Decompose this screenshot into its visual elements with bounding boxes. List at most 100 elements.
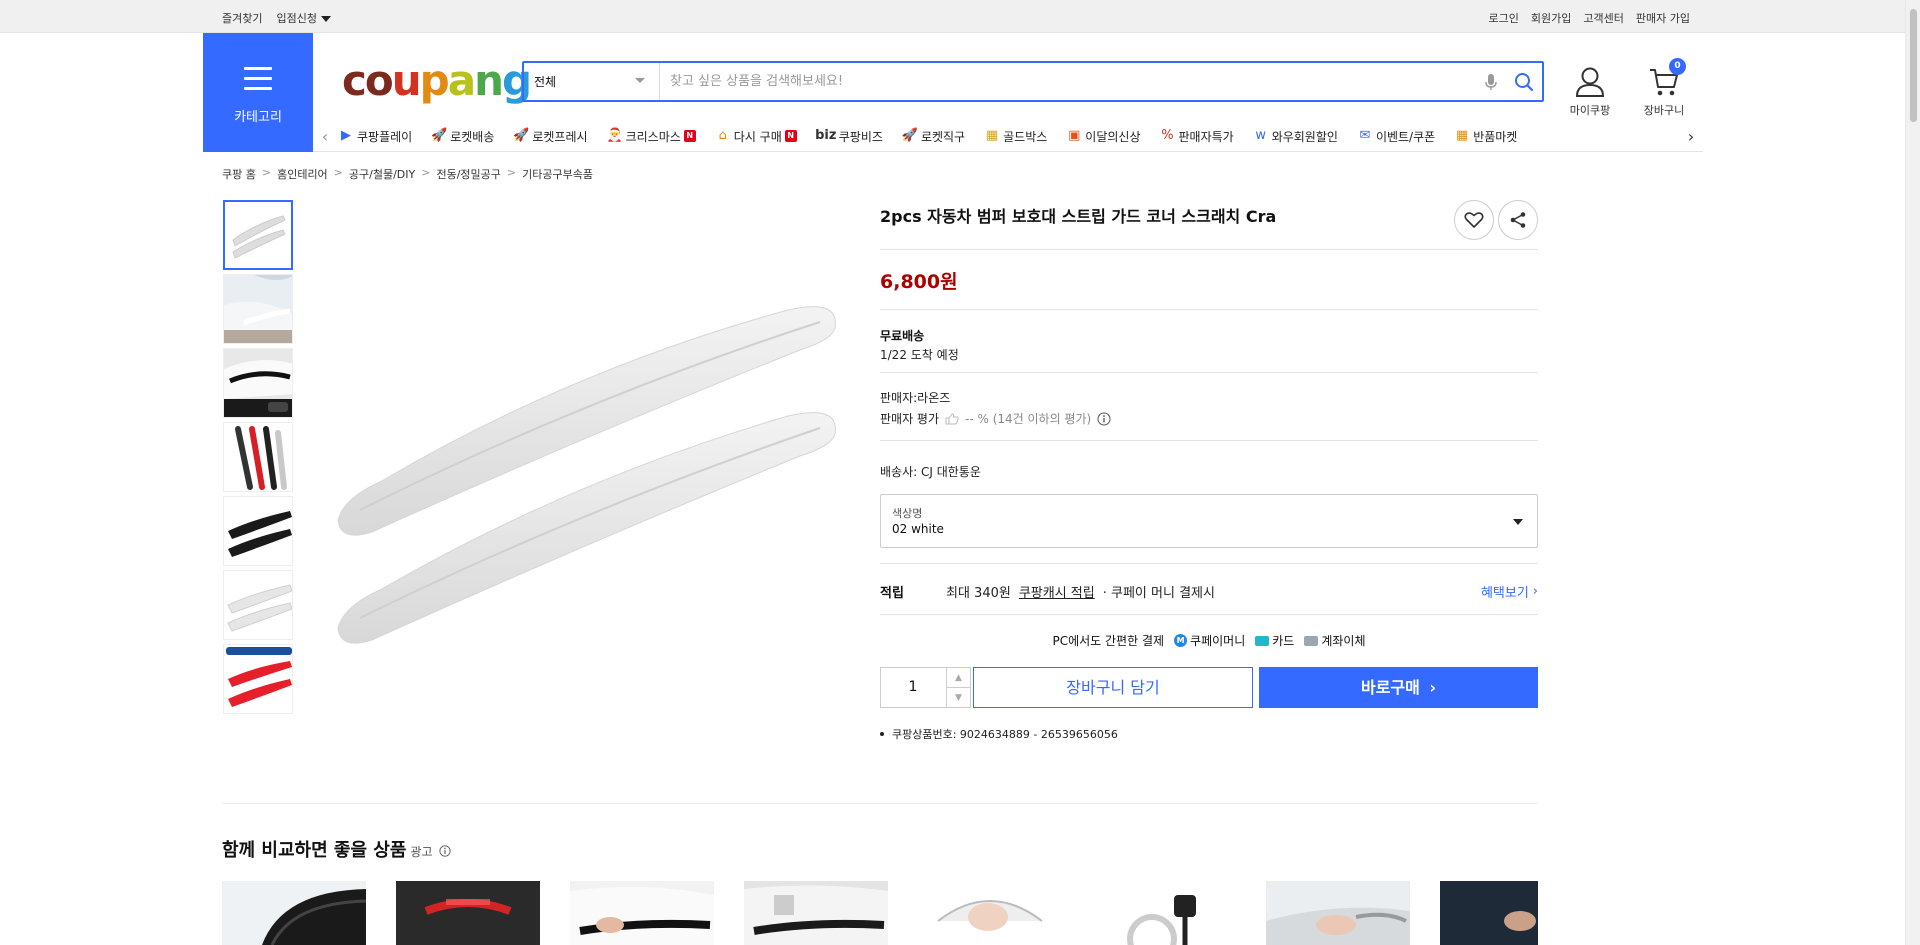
nav-item[interactable]: ▦ 골드박스 <box>983 127 1047 145</box>
scrollbar-thumb[interactable] <box>1909 8 1918 123</box>
nav-item-icon: ✉ <box>1359 128 1371 143</box>
recommend-item-3[interactable] <box>570 881 714 945</box>
divider <box>880 249 1538 250</box>
search-input[interactable] <box>660 63 1476 100</box>
color-option-select[interactable]: 색상명 02 white <box>880 494 1538 548</box>
benefit-link[interactable]: 혜택보기 › <box>1481 582 1538 601</box>
nav-next-arrow-icon[interactable]: › <box>1679 127 1703 146</box>
breadcrumb-link[interactable]: 공구/철물/DIY <box>349 166 415 182</box>
nav-item-icon: % <box>1161 128 1174 143</box>
option-label: 색상명 <box>892 507 923 520</box>
my-coupang-button[interactable]: 마이쿠팡 <box>1563 58 1617 118</box>
seller-rating: 판매자 평가 -- % (14건 이하의 평가) <box>880 410 1111 427</box>
breadcrumb-link[interactable]: 쿠팡 홈 <box>222 166 256 182</box>
thumbnail-3[interactable] <box>223 348 293 418</box>
wishlist-button[interactable] <box>1454 200 1494 240</box>
quantity-down-icon[interactable]: ▼ <box>946 688 970 708</box>
category-menu-button[interactable]: 카테고리 <box>203 33 313 152</box>
recommend-item-6[interactable] <box>1092 881 1236 945</box>
thumbnail-6[interactable] <box>223 570 293 640</box>
nav-item-label: 로켓배송 <box>450 129 495 144</box>
customer-center-link[interactable]: 고객센터 <box>1583 10 1623 26</box>
share-button[interactable] <box>1498 200 1538 240</box>
nav-item-label: 판매자특가 <box>1178 129 1234 144</box>
recommend-item-7[interactable] <box>1266 881 1410 945</box>
thumbnail-7[interactable] <box>223 644 293 714</box>
page-scrollbar[interactable] <box>1905 0 1920 945</box>
pay-method-card-label: 카드 <box>1272 634 1295 648</box>
nav-item-icon: ▦ <box>985 128 999 143</box>
seller-signup-link[interactable]: 판매자 가입 <box>1636 10 1690 26</box>
coupang-logo[interactable]: coupang <box>342 56 532 105</box>
login-link[interactable]: 로그인 <box>1489 10 1519 26</box>
info-icon[interactable] <box>439 845 451 857</box>
buy-now-button[interactable]: 바로구매 › <box>1259 667 1538 708</box>
nav-prev-arrow-icon[interactable]: ‹ <box>313 127 337 146</box>
search-button[interactable] <box>1506 63 1542 100</box>
nav-item[interactable]: ▶ 쿠팡플레이 <box>337 127 412 145</box>
seller-name[interactable]: 판매자:라온즈 <box>880 389 950 406</box>
add-to-cart-button[interactable]: 장바구니 담기 <box>973 667 1253 708</box>
nav-item-label: 이달의신상 <box>1085 129 1141 144</box>
arrival-date: 1/22 도착 예정 <box>880 348 959 362</box>
bullet-icon <box>880 732 884 736</box>
category-nav-strip: ‹ ▶ 쿠팡플레이 🚀 로켓배송 🚀 로켓프레시 🎅 크리스마스 N ⌂ 다시 구매 N biz 쿠팡비즈… <box>313 121 1703 152</box>
pc-pay-row: PC에서도 간편한 결제 M 쿠페이머니 카드 계좌이체 <box>880 632 1538 649</box>
nav-item-label: 로켓프레시 <box>532 129 588 144</box>
nav-item[interactable]: 🚀 로켓직구 <box>901 127 965 145</box>
nav-item[interactable]: w 와우회원할인 <box>1252 127 1338 145</box>
quantity-input[interactable]: 1 <box>881 668 945 707</box>
nav-item[interactable]: 🎅 크리스마스 N <box>606 127 696 145</box>
thumbnail-2[interactable] <box>223 274 293 344</box>
recommend-item-4[interactable] <box>744 881 888 945</box>
reward-condition: · 쿠페이 머니 결제시 <box>1102 586 1215 601</box>
new-badge-icon: N <box>784 130 797 142</box>
nav-item[interactable]: ▦ 반품마켓 <box>1453 127 1517 145</box>
bookmark-link[interactable]: 즐겨찾기 <box>222 10 262 26</box>
product-price: 6,800원 <box>880 271 958 293</box>
thumbnail-1[interactable] <box>223 200 293 270</box>
recommend-item-8[interactable] <box>1440 881 1538 945</box>
nav-item[interactable]: ⌂ 다시 구매 N <box>714 127 797 145</box>
search-category-value: 전체 <box>534 75 557 89</box>
info-icon[interactable] <box>1097 412 1111 426</box>
cart-label: 장바구니 <box>1643 104 1685 117</box>
seller-apply-label: 입점신청 <box>276 12 317 25</box>
recommend-item-1[interactable] <box>222 881 366 945</box>
recommend-item-2[interactable] <box>396 881 540 945</box>
nav-item[interactable]: biz 쿠팡비즈 <box>815 127 883 145</box>
nav-item[interactable]: 🚀 로켓배송 <box>430 127 494 145</box>
nav-item-icon: ▶ <box>341 128 351 143</box>
voice-search-button[interactable] <box>1476 63 1506 100</box>
carrier: 배송사: CJ 대한통운 <box>880 465 981 479</box>
nav-item[interactable]: ▣ 이달의신상 <box>1065 127 1140 145</box>
seller-apply-link[interactable]: 입점신청 <box>276 10 331 26</box>
recommend-title: 함께 비교하면 좋을 상품 광고 <box>222 836 451 862</box>
quantity-up-icon[interactable]: ▲ <box>946 668 970 688</box>
logo-letter: u <box>391 56 422 105</box>
reward-label: 적립 <box>880 586 904 601</box>
signup-link[interactable]: 회원가입 <box>1531 10 1571 26</box>
share-icon <box>1510 212 1526 228</box>
search-category-select[interactable]: 전체 <box>524 63 660 100</box>
thumbnail-4[interactable] <box>223 422 293 492</box>
breadcrumb-link[interactable]: 기타공구부속품 <box>522 166 593 182</box>
main-product-image[interactable] <box>320 200 860 740</box>
nav-item-icon: ⌂ <box>718 128 727 143</box>
thumbnail-5[interactable] <box>223 496 293 566</box>
nav-item[interactable]: % 판매자특가 <box>1158 127 1233 145</box>
nav-item[interactable]: 🚀 로켓프레시 <box>512 127 587 145</box>
option-value: 02 white <box>892 522 944 536</box>
breadcrumb-link[interactable]: 홈인테리어 <box>277 166 328 182</box>
pay-method-card: 카드 <box>1255 632 1294 649</box>
chevron-down-icon <box>635 78 645 83</box>
nav-item[interactable]: ✉ 이벤트/쿠폰 <box>1356 127 1435 145</box>
seller-rating-label: 판매자 평가 <box>880 412 940 426</box>
recommend-item-5[interactable] <box>918 881 1062 945</box>
thumbnail-list <box>223 200 293 718</box>
cart-button[interactable]: 0 장바구니 <box>1636 58 1692 118</box>
recommend-title-text: 함께 비교하면 좋을 상품 <box>222 840 407 861</box>
my-coupang-label: 마이쿠팡 <box>1569 104 1611 117</box>
breadcrumb-link[interactable]: 전동/정밀공구 <box>436 166 500 182</box>
coupang-cash-link[interactable]: 쿠팡캐시 적립 <box>1019 582 1095 601</box>
